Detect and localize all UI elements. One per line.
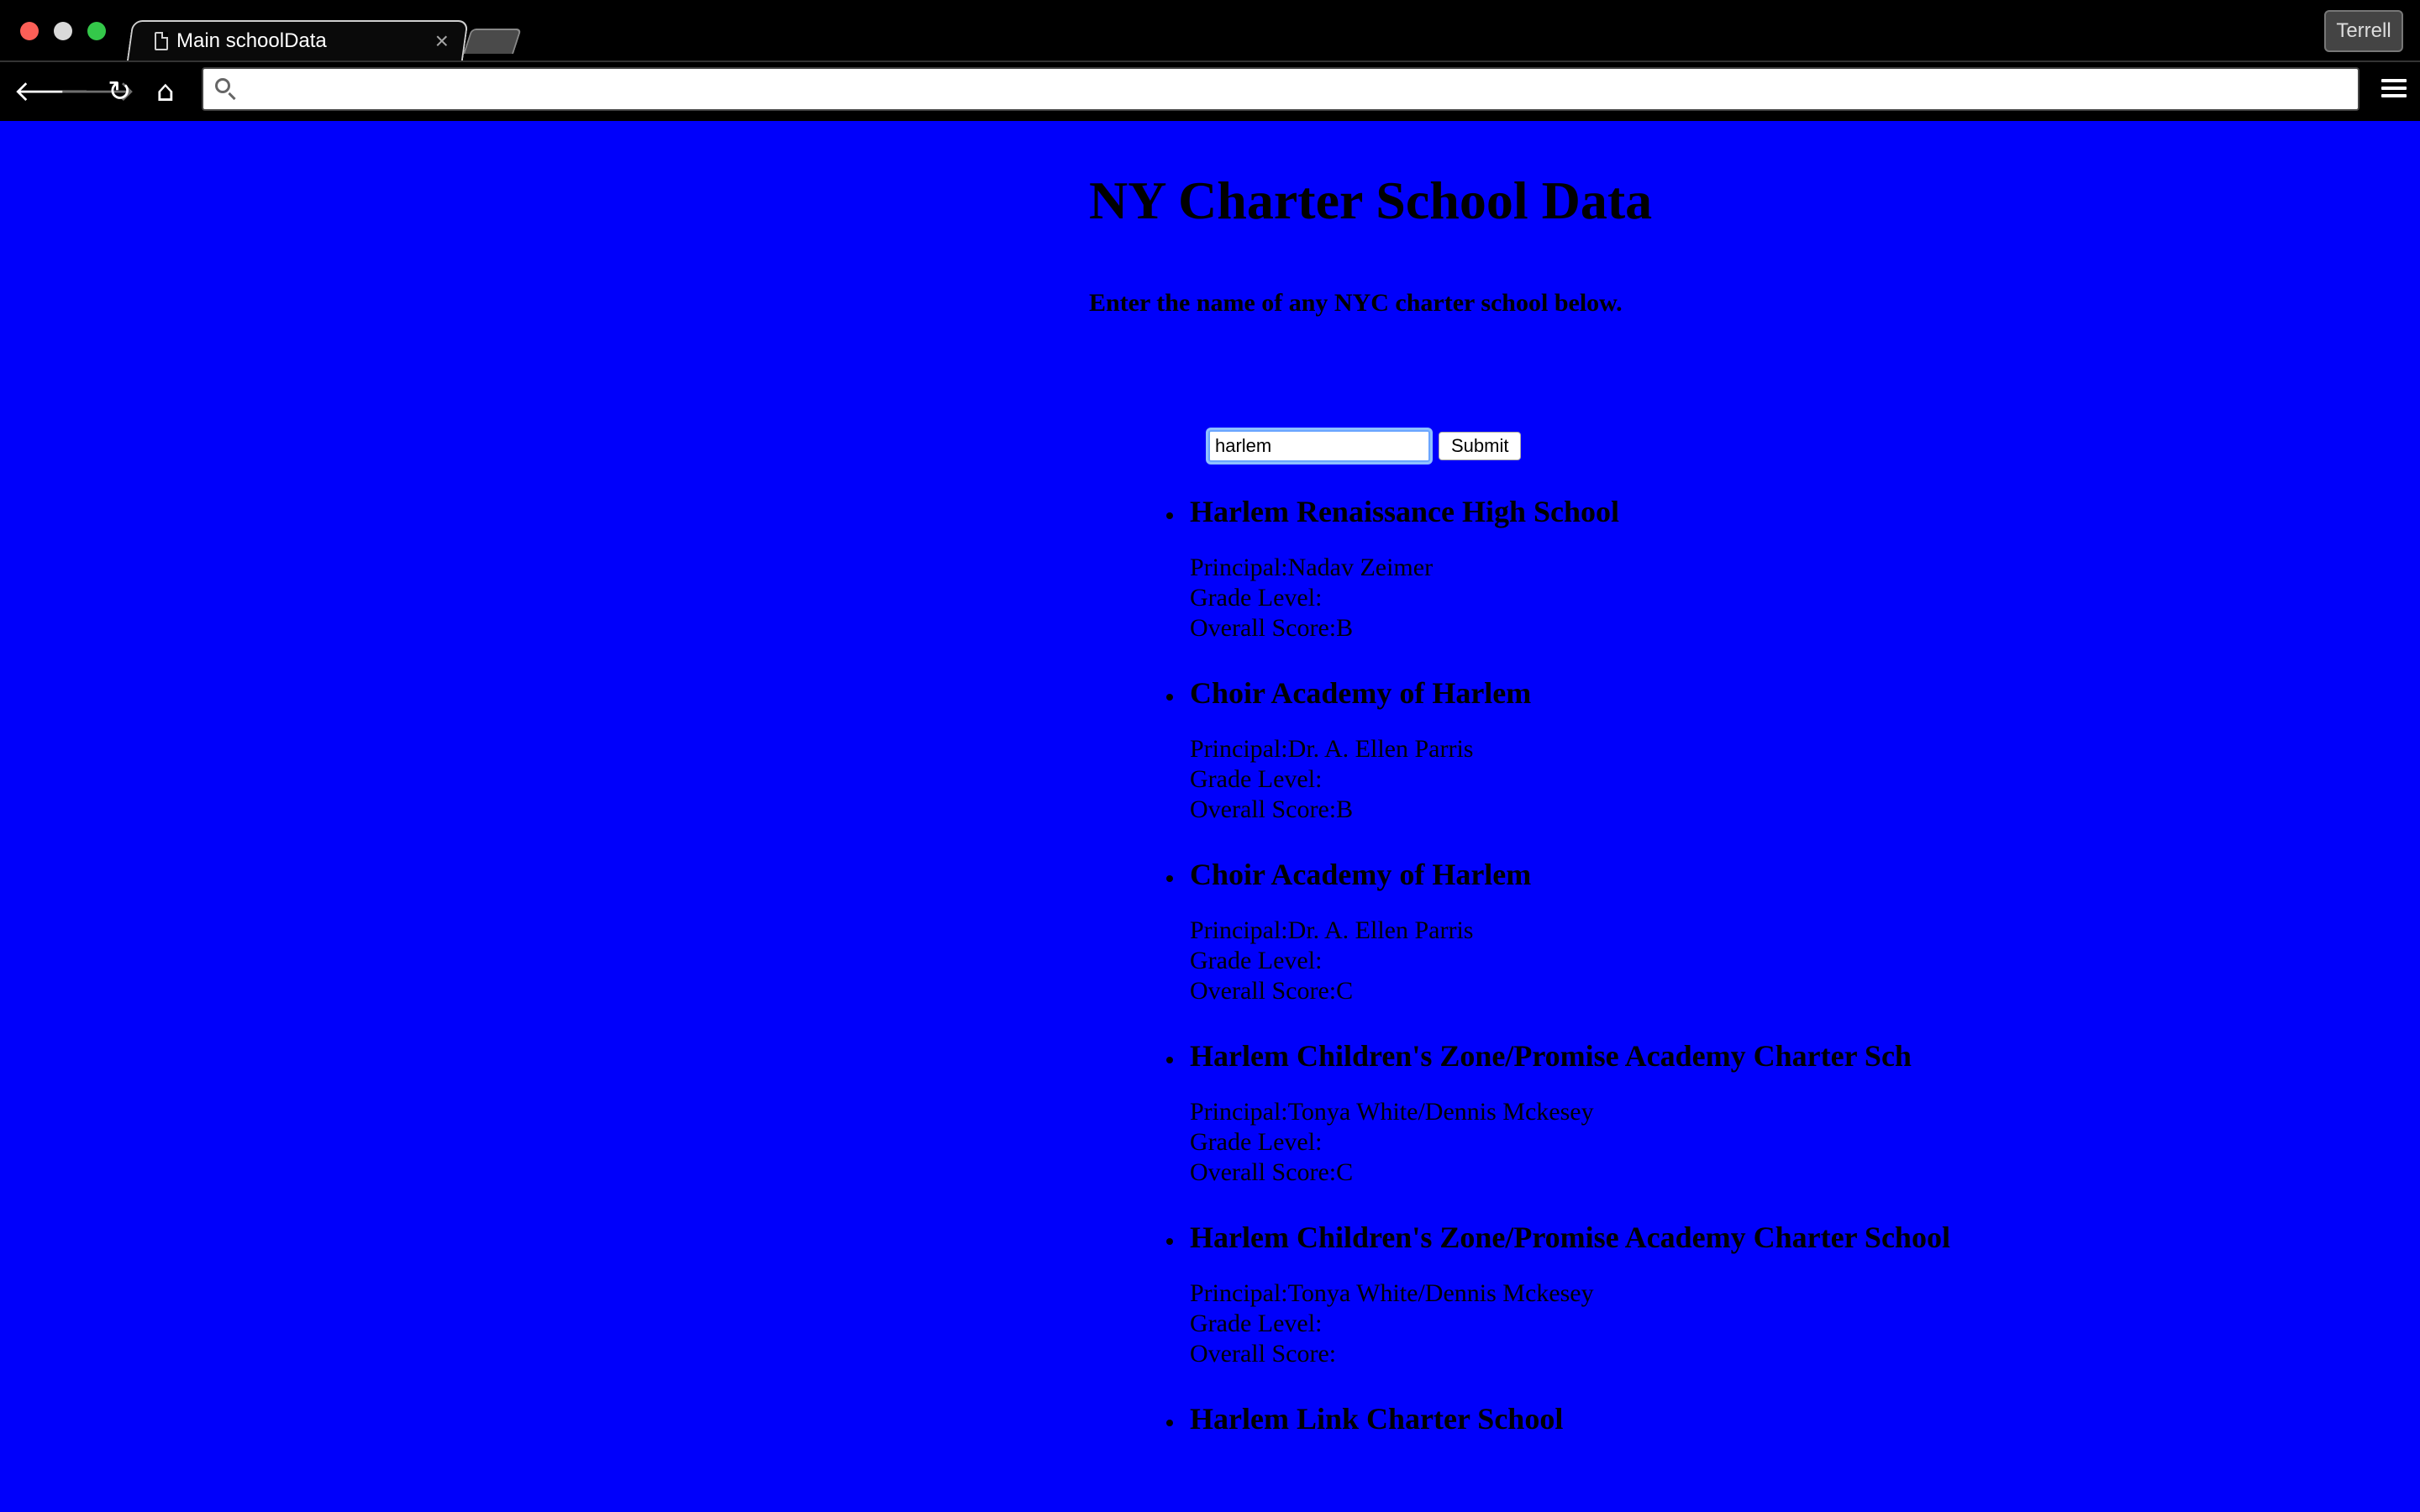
overall-score-label: Overall Score: — [1190, 614, 1337, 642]
close-window-button[interactable] — [20, 22, 39, 40]
principal-value: Tonya White/Dennis Mckesey — [1287, 1279, 1594, 1307]
home-icon[interactable]: ⌂ — [156, 76, 175, 108]
result-item: Harlem Renaissance High School Principal… — [1166, 491, 1950, 643]
search-icon — [215, 78, 230, 93]
document-icon — [155, 32, 168, 50]
principal-value: Nadav Zeimer — [1287, 554, 1434, 581]
result-item: Harlem Link Charter School — [1166, 1398, 1950, 1440]
principal-value: Tonya White/Dennis Mckesey — [1287, 1098, 1594, 1126]
school-name: Harlem Children's Zone/Promise Academy C… — [1190, 1039, 1912, 1073]
principal-label: Principal: — [1190, 735, 1288, 763]
principal-label: Principal: — [1190, 1279, 1288, 1307]
result-item: Choir Academy of Harlem Principal:Dr. A.… — [1166, 853, 1950, 1006]
result-item: Harlem Children's Zone/Promise Academy C… — [1166, 1216, 1950, 1369]
principal-label: Principal: — [1190, 1098, 1288, 1126]
search-form: Submit — [1208, 430, 1522, 462]
overall-score-value: C — [1336, 977, 1354, 1005]
school-name: Harlem Renaissance High School — [1190, 495, 1619, 528]
tab-close-icon[interactable]: × — [435, 29, 449, 53]
overall-score-label: Overall Score: — [1190, 1340, 1337, 1368]
overall-score-value: B — [1336, 795, 1354, 823]
page-content: NY Charter School Data Enter the name of… — [0, 119, 2420, 1512]
results-list: Harlem Renaissance High School Principal… — [1166, 491, 1950, 1468]
tab-title: Main schoolData — [176, 29, 327, 52]
submit-button[interactable]: Submit — [1439, 432, 1522, 460]
page-title: NY Charter School Data — [1089, 171, 1653, 230]
address-bar[interactable] — [202, 67, 2360, 111]
overall-score-label: Overall Score: — [1190, 1158, 1337, 1186]
result-item: Choir Academy of Harlem Principal:Dr. A.… — [1166, 672, 1950, 825]
browser-tab-bar: Main schoolData × Terrell — [0, 0, 2420, 64]
menu-icon[interactable] — [2381, 79, 2407, 101]
minimize-window-button[interactable] — [54, 22, 72, 40]
grade-level-label: Grade Level: — [1190, 1310, 1323, 1337]
principal-label: Principal: — [1190, 916, 1288, 944]
school-name: Choir Academy of Harlem — [1190, 676, 1532, 710]
school-name: Choir Academy of Harlem — [1190, 858, 1532, 891]
overall-score-label: Overall Score: — [1190, 977, 1337, 1005]
principal-value: Dr. A. Ellen Parris — [1287, 916, 1474, 944]
grade-level-label: Grade Level: — [1190, 584, 1323, 612]
overall-score-value: C — [1336, 1158, 1354, 1186]
instructions-text: Enter the name of any NYC charter school… — [1089, 289, 1623, 317]
grade-level-label: Grade Level: — [1190, 1128, 1323, 1156]
new-tab-button[interactable] — [463, 29, 522, 54]
reload-icon[interactable]: ↻ — [108, 76, 132, 108]
grade-level-label: Grade Level: — [1190, 765, 1323, 793]
result-item: Harlem Children's Zone/Promise Academy C… — [1166, 1035, 1950, 1188]
school-name: Harlem Children's Zone/Promise Academy C… — [1190, 1221, 1950, 1254]
overall-score-label: Overall Score: — [1190, 795, 1337, 823]
school-search-input[interactable] — [1208, 430, 1430, 462]
principal-value: Dr. A. Ellen Parris — [1287, 735, 1474, 763]
overall-score-value: B — [1336, 614, 1354, 642]
maximize-window-button[interactable] — [87, 22, 106, 40]
principal-label: Principal: — [1190, 554, 1288, 581]
school-name: Harlem Link Charter School — [1190, 1402, 1564, 1436]
profile-button[interactable]: Terrell — [2324, 10, 2403, 52]
grade-level-label: Grade Level: — [1190, 947, 1323, 974]
